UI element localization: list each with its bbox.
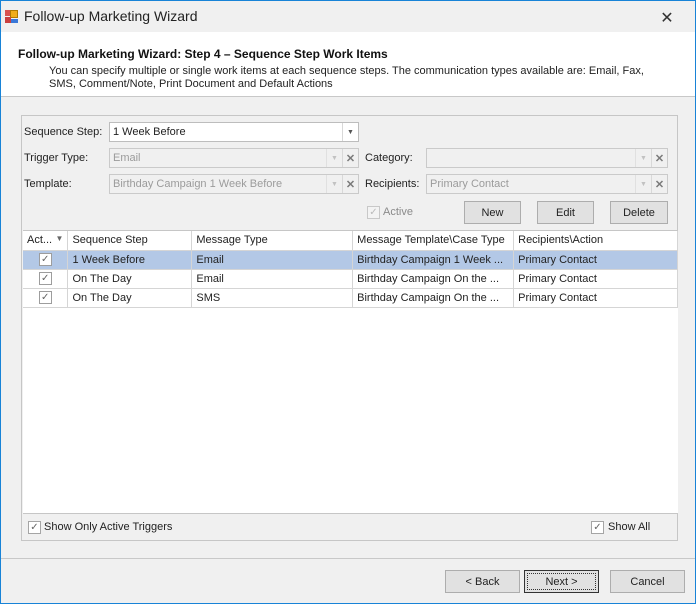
template-cell: Birthday Campaign 1 Week ...	[352, 250, 515, 270]
close-icon: ✕	[660, 7, 674, 27]
chevron-down-icon[interactable]: ▼	[635, 149, 651, 167]
work-items-table: Act... ▼ Sequence Step Message Type Messa…	[23, 231, 678, 308]
recipients-cell: Primary Contact	[513, 288, 678, 308]
chevron-down-icon[interactable]: ▼	[326, 175, 342, 193]
wizard-window: Follow-up Marketing Wizard ✕ Follow-up M…	[0, 0, 696, 604]
clear-icon[interactable]: ✕	[651, 175, 667, 193]
clear-icon[interactable]: ✕	[342, 175, 358, 193]
check-icon: ✓	[593, 521, 602, 533]
sequence-step-cell: On The Day	[67, 288, 193, 308]
cancel-button[interactable]: Cancel	[610, 570, 685, 593]
check-icon: ✓	[369, 206, 378, 218]
category-dropdown[interactable]: ▼ ✕	[426, 148, 668, 168]
filter-icon[interactable]: ▼	[56, 234, 64, 243]
sequence-step-cell: On The Day	[67, 269, 193, 289]
column-header-recipients[interactable]: Recipients\Action	[513, 231, 678, 251]
column-header-message-template[interactable]: Message Template\Case Type	[352, 231, 515, 251]
template-dropdown[interactable]: Birthday Campaign 1 Week Before ▼ ✕	[109, 174, 359, 194]
column-header-message-type[interactable]: Message Type	[191, 231, 354, 251]
active-cell[interactable]: ✓	[23, 269, 69, 289]
recipients-cell: Primary Contact	[513, 250, 678, 270]
row-checkbox[interactable]: ✓	[38, 253, 52, 266]
recipients-value: Primary Contact	[430, 178, 509, 190]
template-value: Birthday Campaign 1 Week Before	[113, 178, 283, 190]
show-only-active-label: Show Only Active Triggers	[44, 521, 173, 533]
window-title: Follow-up Marketing Wizard	[24, 8, 198, 24]
active-cell[interactable]: ✓	[23, 250, 69, 270]
edit-button[interactable]: Edit	[537, 201, 594, 224]
sequence-step-cell: 1 Week Before	[67, 250, 193, 270]
row-checkbox[interactable]: ✓	[38, 272, 52, 285]
show-only-active-checkbox[interactable]: ✓	[28, 521, 41, 534]
grid-header-row: Act... ▼ Sequence Step Message Type Messa…	[23, 231, 678, 251]
column-header-active[interactable]: Act... ▼	[23, 231, 69, 251]
show-all-label: Show All	[608, 521, 651, 533]
template-cell: Birthday Campaign On the ...	[352, 269, 515, 289]
delete-button[interactable]: Delete	[610, 201, 668, 224]
row-checkbox[interactable]: ✓	[38, 291, 52, 304]
recipients-cell: Primary Contact	[513, 269, 678, 289]
table-row[interactable]: ✓ On The Day SMS Birthday Campaign On th…	[23, 288, 678, 308]
chevron-down-icon[interactable]: ▼	[635, 175, 651, 193]
trigger-type-value: Email	[113, 152, 141, 164]
footer-divider	[1, 558, 695, 559]
active-checkbox[interactable]: ✓	[367, 206, 380, 219]
sequence-step-value: 1 Week Before	[113, 126, 186, 138]
work-items-panel: Sequence Step: 1 Week Before ▼ Trigger T…	[21, 115, 678, 541]
trigger-type-dropdown[interactable]: Email ▼ ✕	[109, 148, 359, 168]
step-description: You can specify multiple or single work …	[49, 65, 644, 90]
active-label: Active	[383, 206, 413, 218]
close-button[interactable]: ✕	[645, 4, 689, 30]
active-cell[interactable]: ✓	[23, 288, 69, 308]
message-type-cell: Email	[191, 250, 354, 270]
recipients-label: Recipients:	[365, 178, 420, 190]
show-all-checkbox[interactable]: ✓	[591, 521, 604, 534]
table-row[interactable]: ✓ On The Day Email Birthday Campaign On …	[23, 269, 678, 289]
table-row[interactable]: ✓ 1 Week Before Email Birthday Campaign …	[23, 250, 678, 270]
next-button[interactable]: Next >	[524, 570, 599, 593]
recipients-dropdown[interactable]: Primary Contact ▼ ✕	[426, 174, 668, 194]
back-button[interactable]: < Back	[445, 570, 520, 593]
template-cell: Birthday Campaign On the ...	[352, 288, 515, 308]
work-items-grid: Act... ▼ Sequence Step Message Type Messa…	[23, 230, 678, 514]
clear-icon[interactable]: ✕	[342, 149, 358, 167]
wizard-header: Follow-up Marketing Wizard: Step 4 – Seq…	[1, 32, 695, 97]
sequence-step-dropdown[interactable]: 1 Week Before ▼	[109, 122, 359, 142]
check-icon: ✓	[30, 521, 39, 533]
template-label: Template:	[24, 178, 72, 190]
step-title: Follow-up Marketing Wizard: Step 4 – Seq…	[18, 47, 388, 61]
column-header-sequence-step[interactable]: Sequence Step	[67, 231, 193, 251]
chevron-down-icon[interactable]: ▼	[326, 149, 342, 167]
chevron-down-icon[interactable]: ▼	[342, 123, 358, 141]
sequence-step-label: Sequence Step:	[24, 126, 103, 138]
trigger-type-label: Trigger Type:	[24, 152, 89, 164]
clear-icon[interactable]: ✕	[651, 149, 667, 167]
new-button[interactable]: New	[464, 201, 521, 224]
category-label: Category:	[365, 152, 413, 164]
message-type-cell: SMS	[191, 288, 354, 308]
app-icon	[5, 10, 19, 24]
message-type-cell: Email	[191, 269, 354, 289]
title-bar: Follow-up Marketing Wizard ✕	[1, 1, 695, 32]
